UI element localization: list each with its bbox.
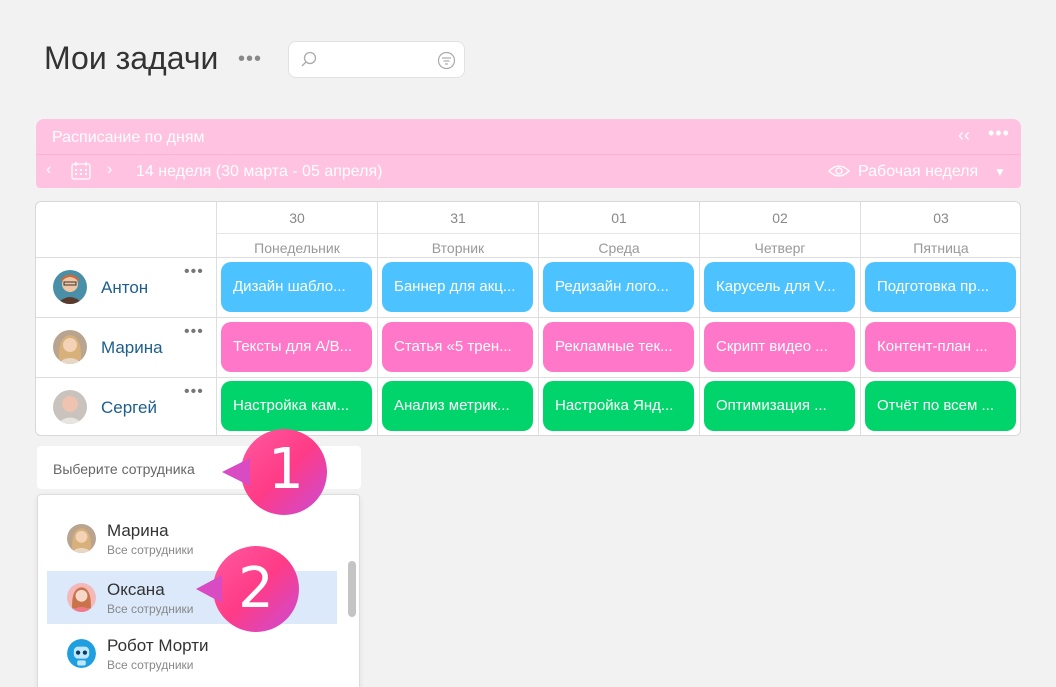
task-card[interactable]: Редизайн лого... — [543, 262, 694, 312]
person-row-anton: Антон ••• — [36, 257, 216, 317]
callout-badge-2: 2 — [238, 556, 274, 621]
callout-badge-1: 1 — [268, 437, 304, 502]
calendar-icon[interactable] — [70, 161, 92, 186]
option-group: Все сотрудники — [107, 602, 194, 616]
day-date: 31 — [450, 210, 466, 226]
collapse-icon[interactable]: ‹‹ — [958, 125, 970, 146]
week-label: 14 неделя (30 марта - 05 апреля) — [136, 163, 383, 180]
person-row-marina: Марина ••• — [36, 317, 216, 377]
task-card[interactable]: Статья «5 трен... — [382, 322, 533, 372]
task-card[interactable]: Оптимизация ... — [704, 381, 855, 431]
search-input[interactable] — [323, 50, 433, 70]
task-card[interactable]: Анализ метрик... — [382, 381, 533, 431]
avatar — [53, 390, 87, 424]
day-date: 01 — [611, 210, 627, 226]
day-weekday: Среда — [598, 240, 640, 256]
view-mode-select[interactable]: Рабочая неделя — [858, 163, 978, 181]
scrollbar-thumb[interactable] — [348, 561, 356, 617]
day-weekday: Вторник — [431, 240, 485, 256]
day-column-header: 30 Понедельник — [216, 202, 377, 257]
day-column-header: 03 Пятница — [860, 202, 1020, 257]
filter-icon[interactable] — [437, 51, 456, 75]
option-name: Марина — [107, 521, 169, 540]
option-name: Оксана — [107, 580, 165, 599]
task-card[interactable]: Настройка кам... — [221, 381, 372, 431]
task-card[interactable]: Скрипт видео ... — [704, 322, 855, 372]
schedule-grid: 30 Понедельник 31 Вторник 01 Среда 02 Че… — [35, 201, 1021, 436]
person-name[interactable]: Марина — [101, 338, 163, 358]
schedule-header: Расписание по дням ‹‹ ••• ‹ › 14 неделя … — [36, 119, 1021, 188]
task-card[interactable]: Тексты для A/B... — [221, 322, 372, 372]
avatar — [67, 524, 96, 553]
task-card[interactable]: Подготовка пр... — [865, 262, 1016, 312]
next-week-icon[interactable]: › — [107, 161, 112, 179]
option-group: Все сотрудники — [107, 658, 194, 672]
option-name: Робот Морти — [107, 636, 209, 655]
person-name[interactable]: Сергей — [101, 398, 157, 418]
day-weekday: Пятница — [913, 240, 969, 256]
day-date: 30 — [289, 210, 305, 226]
search-icon — [300, 51, 318, 74]
person-row-sergey: Сергей ••• — [36, 377, 216, 435]
avatar — [53, 330, 87, 364]
task-card[interactable]: Рекламные тек... — [543, 322, 694, 372]
more-icon[interactable]: ••• — [184, 323, 204, 341]
robot-avatar-icon — [67, 639, 96, 668]
avatar — [67, 583, 96, 612]
day-weekday: Понедельник — [254, 240, 340, 256]
day-column-header: 01 Среда — [538, 202, 699, 257]
eye-icon — [828, 164, 850, 183]
prev-week-icon[interactable]: ‹ — [46, 161, 51, 179]
search-box[interactable] — [288, 41, 465, 78]
day-date: 03 — [933, 210, 949, 226]
day-date: 02 — [772, 210, 788, 226]
employee-select-placeholder: Выберите сотрудника — [53, 461, 195, 477]
schedule-title: Расписание по дням — [52, 129, 205, 146]
task-card[interactable]: Карусель для V... — [704, 262, 855, 312]
page-title: Мои задачи — [44, 40, 219, 76]
task-card[interactable]: Настройка Янд... — [543, 381, 694, 431]
person-name[interactable]: Антон — [101, 278, 148, 298]
day-column-header: 02 Четверг — [699, 202, 860, 257]
more-icon[interactable]: ••• — [184, 263, 204, 281]
option-group: Все сотрудники — [107, 543, 194, 557]
chevron-down-icon[interactable]: ▼ — [994, 165, 1006, 179]
more-icon[interactable]: ••• — [184, 383, 204, 401]
task-card[interactable]: Баннер для акц... — [382, 262, 533, 312]
day-column-header: 31 Вторник — [377, 202, 538, 257]
task-card[interactable]: Отчёт по всем ... — [865, 381, 1016, 431]
task-card[interactable]: Дизайн шабло... — [221, 262, 372, 312]
task-card[interactable]: Контент-план ... — [865, 322, 1016, 372]
avatar — [53, 270, 87, 304]
page-more-icon[interactable]: ••• — [238, 49, 262, 69]
schedule-more-icon[interactable]: ••• — [988, 123, 1010, 144]
day-weekday: Четверг — [754, 240, 806, 256]
